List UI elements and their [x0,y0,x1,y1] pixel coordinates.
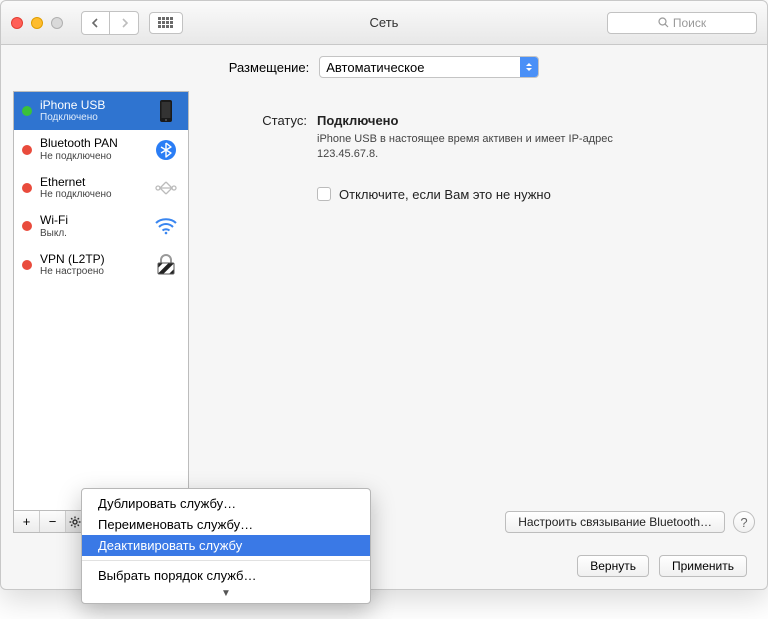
sidebar-container: iPhone USB Подключено Bluetooth PAN Не п… [13,91,189,533]
forward-button[interactable] [110,12,138,34]
status-dot-icon [22,183,32,193]
zoom-window-button [51,17,63,29]
wifi-icon [152,214,180,238]
network-prefs-window: Сеть Поиск Размещение: Автоматическое iP… [0,0,768,590]
location-value: Автоматическое [326,60,424,75]
sidebar-item-wifi[interactable]: Wi-Fi Выкл. [14,207,188,245]
phone-icon [152,99,180,123]
checkbox-label: Отключите, если Вам это не нужно [339,187,551,202]
menu-rename-service[interactable]: Переименовать службу… [82,514,370,535]
search-field[interactable]: Поиск [607,12,757,34]
network-list[interactable]: iPhone USB Подключено Bluetooth PAN Не п… [13,91,189,511]
interface-status: Подключено [40,112,144,124]
interface-status: Не подключено [40,151,144,163]
status-dot-icon [22,221,32,231]
traffic-lights [11,17,63,29]
status-description: iPhone USB в настоящее время активен и и… [317,132,657,163]
location-select[interactable]: Автоматическое [319,56,539,78]
interface-name: Wi-Fi [40,213,144,227]
menu-duplicate-service[interactable]: Дублировать службу… [82,493,370,514]
interface-name: Ethernet [40,175,144,189]
footer-buttons: Вернуть Применить [577,555,747,577]
interface-status: Выкл. [40,228,144,240]
ethernet-icon [152,176,180,200]
status-dot-icon [22,260,32,270]
nav-buttons [81,11,139,35]
menu-set-service-order[interactable]: Выбрать порядок служб… [82,565,370,586]
add-interface-button[interactable]: + [14,511,40,532]
interface-name: VPN (L2TP) [40,252,144,266]
disable-if-unneeded-checkbox[interactable] [317,187,331,201]
status-value: Подключено [317,113,398,128]
location-row: Размещение: Автоматическое [1,45,767,89]
close-window-button[interactable] [11,17,23,29]
menu-more-indicator: ▼ [82,586,370,599]
status-dot-icon [22,145,32,155]
status-label: Статус: [217,113,307,128]
interface-name: iPhone USB [40,98,144,112]
search-placeholder: Поиск [673,16,706,30]
back-button[interactable] [82,12,110,34]
menu-deactivate-service[interactable]: Деактивировать службу [82,535,370,556]
interface-status: Не настроено [40,266,144,278]
sidebar-item-bluetooth-pan[interactable]: Bluetooth PAN Не подключено [14,130,188,168]
location-label: Размещение: [229,60,310,75]
revert-button[interactable]: Вернуть [577,555,649,577]
sidebar-item-ethernet[interactable]: Ethernet Не подключено [14,169,188,207]
configure-bluetooth-button[interactable]: Настроить связывание Bluetooth… [505,511,725,533]
bluetooth-icon [152,138,180,162]
gear-context-menu: Дублировать службу… Переименовать службу… [81,488,371,604]
apply-button[interactable]: Применить [659,555,747,577]
show-all-button[interactable] [149,12,183,34]
status-dot-icon [22,106,32,116]
lock-icon [152,253,180,277]
sidebar-item-vpn[interactable]: VPN (L2TP) Не настроено [14,246,188,284]
interface-status: Не подключено [40,189,144,201]
interface-name: Bluetooth PAN [40,136,144,150]
minimize-window-button[interactable] [31,17,43,29]
chevron-updown-icon [520,57,538,77]
titlebar: Сеть Поиск [1,1,767,45]
sidebar-item-iphone-usb[interactable]: iPhone USB Подключено [14,92,188,130]
remove-interface-button[interactable]: − [40,511,66,532]
search-icon [658,17,669,28]
menu-separator [82,560,370,561]
main-pane: iPhone USB Подключено Bluetooth PAN Не п… [13,91,755,533]
detail-pane: Статус: Подключено iPhone USB в настояще… [189,91,755,533]
help-button[interactable]: ? [733,511,755,533]
